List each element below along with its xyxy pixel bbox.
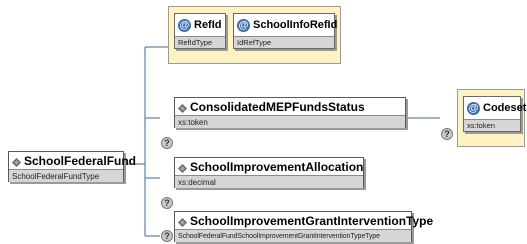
attribute-schoolinforefid-name: SchoolInfoRefId	[253, 19, 338, 31]
question-mark-icon: ?	[161, 137, 173, 149]
attribute-refid-name-row: @ RefId	[175, 14, 225, 36]
attribute-codeset[interactable]: @ Codeset xs:token	[463, 96, 526, 132]
child-element-schoolimprovementallocation[interactable]: SchoolImprovementAllocation xs:decimal	[174, 157, 364, 188]
root-element[interactable]: SchoolFederalFund SchoolFederalFundType	[8, 151, 136, 182]
child-element-name-row: ConsolidatedMEPFundsStatus	[175, 98, 405, 115]
child-element-name: SchoolImprovementAllocation	[190, 159, 364, 174]
child-element-type: SchoolFederalFundSchoolImprovementGrantI…	[175, 229, 411, 242]
attribute-group: @ RefId RefIdType @ SchoolInfoRefId IdRe…	[168, 6, 341, 64]
child-element-schoolimprovementgrantinterventiontype[interactable]: SchoolImprovementGrantInterventionType S…	[174, 211, 433, 242]
element-diamond-icon	[12, 156, 21, 167]
attribute-schoolinforefid-name-row: @ SchoolInfoRefId	[234, 14, 338, 36]
attribute-refid[interactable]: @ RefId RefIdType	[174, 13, 226, 49]
root-element-name-row: SchoolFederalFund	[9, 152, 136, 169]
question-mark-icon: ?	[441, 128, 453, 140]
element-diamond-icon	[178, 102, 187, 113]
attribute-refid-name: RefId	[194, 19, 222, 31]
child-element-name: ConsolidatedMEPFundsStatus	[190, 99, 365, 114]
child-element-type: xs:token	[175, 115, 405, 128]
child-element-type: xs:decimal	[175, 175, 363, 188]
attribute-schoolinforefid-type: IdRefType	[234, 36, 334, 48]
attribute-codeset-name-row: @ Codeset	[464, 97, 526, 119]
root-element-type: SchoolFederalFundType	[9, 169, 123, 182]
root-element-name: SchoolFederalFund	[24, 153, 137, 168]
at-sign-icon: @	[237, 18, 250, 32]
at-sign-icon: @	[467, 101, 480, 115]
element-diamond-icon	[178, 162, 187, 173]
child-element-name-row: SchoolImprovementAllocation	[175, 158, 363, 175]
codeset-attribute-group: @ Codeset xs:token	[457, 89, 526, 147]
question-mark-icon: ?	[161, 230, 173, 242]
child-element-name: SchoolImprovementGrantInterventionType	[190, 213, 434, 228]
question-mark-icon: ?	[161, 197, 173, 209]
child-element-name-row: SchoolImprovementGrantInterventionType	[175, 212, 433, 229]
at-sign-icon: @	[178, 18, 191, 32]
element-diamond-icon	[178, 216, 187, 227]
attribute-codeset-type: xs:token	[464, 119, 520, 131]
attribute-schoolinforefid[interactable]: @ SchoolInfoRefId IdRefType	[233, 13, 338, 49]
attribute-codeset-name: Codeset	[483, 102, 527, 114]
child-element-consolidatedmepfundsstatus[interactable]: ConsolidatedMEPFundsStatus xs:token	[174, 97, 406, 128]
attribute-refid-type: RefIdType	[175, 36, 225, 48]
